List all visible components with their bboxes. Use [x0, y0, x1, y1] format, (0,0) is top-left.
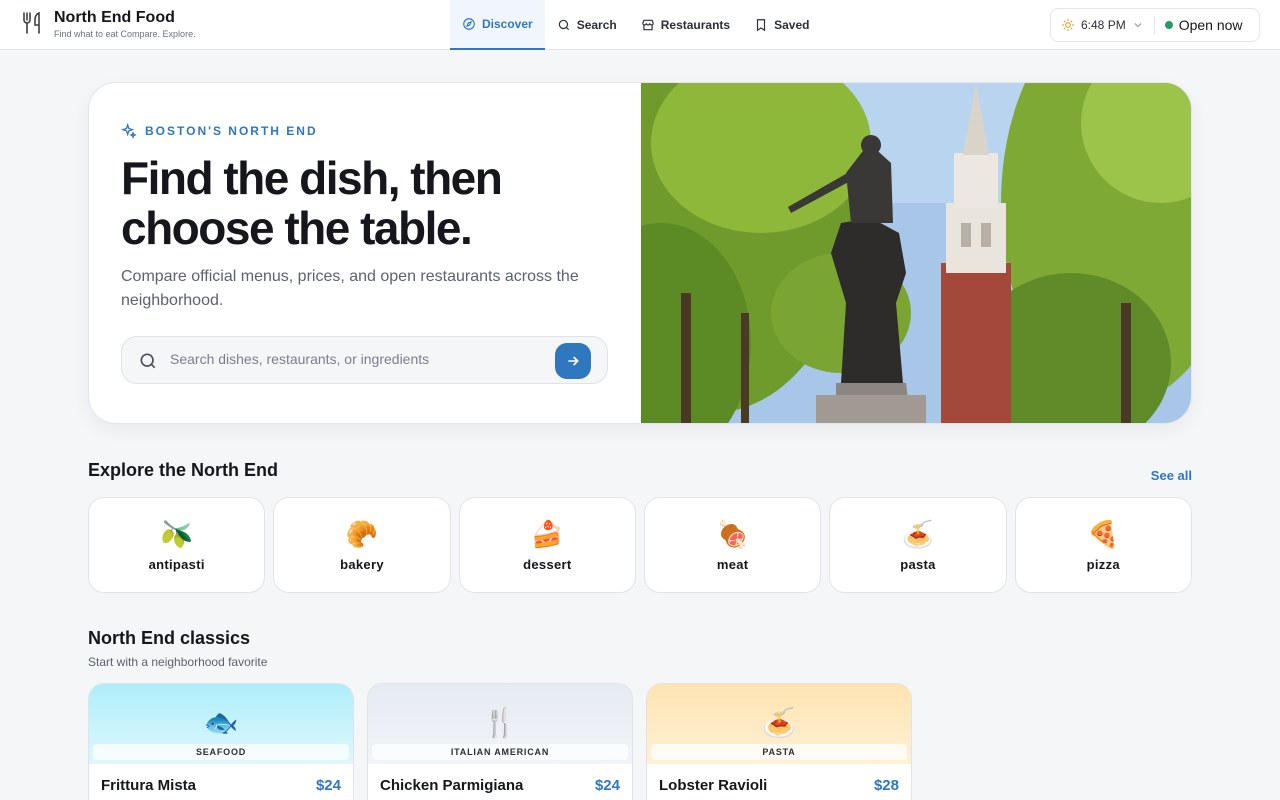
- hero-subtitle: Compare official menus, prices, and open…: [121, 268, 579, 309]
- olive-icon: 🫒: [160, 518, 193, 549]
- arrow-right-icon: [568, 356, 579, 366]
- explore-title: Explore the North End: [88, 460, 279, 480]
- open-status-selector[interactable]: 6:48 PM Open now: [1050, 8, 1260, 42]
- category-label: antipasti: [148, 556, 205, 572]
- dish-category-tag: ITALIAN AMERICAN: [372, 744, 628, 760]
- open-now-label: Open now: [1178, 17, 1243, 33]
- dish-price: $24: [315, 777, 341, 794]
- cake-icon: 🍰: [531, 518, 564, 549]
- dish-category-tag: PASTA: [651, 744, 907, 760]
- fork-knife-icon: 🍴: [482, 707, 518, 738]
- fish-icon: 🐟: [203, 707, 239, 738]
- search-icon: [558, 19, 569, 31]
- top-bar: North End Food Find what to eat Compare.…: [0, 0, 1280, 50]
- classics-title: North End classics: [88, 628, 251, 648]
- current-time: 6:48 PM: [1081, 18, 1126, 32]
- main-nav: Discover Search Restaurants Saved: [450, 0, 821, 50]
- hero-photo-paul-revere-statue: [641, 83, 1191, 423]
- category-card-pizza[interactable]: 🍕 pizza: [1014, 497, 1192, 593]
- category-label: bakery: [340, 556, 384, 572]
- hero-eyebrow: BOSTON'S NORTH END: [121, 123, 318, 139]
- category-label: pizza: [1086, 556, 1120, 572]
- tab-saved[interactable]: Saved: [742, 0, 821, 50]
- tab-label: Restaurants: [660, 18, 731, 32]
- category-card-dessert[interactable]: 🍰 dessert: [458, 497, 636, 593]
- category-list: 🫒 antipasti 🥐 bakery 🍰 dessert 🍖 meat 🍝 …: [88, 497, 1192, 593]
- dish-card[interactable]: 🍝 PASTA Lobster Ravioli $28: [646, 683, 912, 800]
- category-card-meat[interactable]: 🍖 meat: [643, 497, 822, 593]
- meat-icon: 🍖: [716, 518, 749, 549]
- sparkles-icon: [121, 123, 137, 139]
- category-card-bakery[interactable]: 🥐 bakery: [273, 497, 451, 593]
- croissant-icon: 🥐: [345, 518, 379, 549]
- hero-content: BOSTON'S NORTH END Find the dish, then c…: [89, 83, 641, 423]
- fork-knife-icon: [23, 11, 40, 34]
- dish-name: Chicken Parmigiana: [380, 777, 524, 794]
- dish-card[interactable]: 🍴 ITALIAN AMERICAN Chicken Parmigiana $2…: [367, 683, 633, 800]
- dish-category-tag: SEAFOOD: [93, 744, 349, 760]
- chevron-down-icon: [1134, 23, 1142, 28]
- classics-list: 🐟 SEAFOOD Frittura Mista $24 🍴 ITALIAN A…: [88, 683, 912, 800]
- pasta-icon: 🍝: [901, 518, 935, 549]
- hero-card: BOSTON'S NORTH END Find the dish, then c…: [88, 82, 1192, 424]
- divider: [1153, 16, 1155, 34]
- category-label: pasta: [900, 556, 936, 572]
- sun-icon: [1062, 19, 1074, 31]
- brand-name: North End Food: [54, 9, 175, 26]
- brand-tagline: Find what to eat Compare. Explore.: [54, 29, 196, 39]
- tab-label: Discover: [482, 17, 533, 31]
- dish-name: Frittura Mista: [101, 777, 197, 794]
- search-icon: [140, 353, 156, 369]
- category-label: meat: [716, 556, 749, 572]
- tab-restaurants[interactable]: Restaurants: [629, 0, 742, 50]
- dish-name: Lobster Ravioli: [659, 777, 768, 794]
- bookmark-icon: [757, 19, 766, 32]
- tab-label: Search: [576, 18, 617, 32]
- dish-price: $24: [594, 777, 620, 794]
- classics-subtitle: Start with a neighborhood favorite: [88, 655, 268, 669]
- search-bar[interactable]: Search dishes, restaurants, or ingredien…: [121, 336, 608, 384]
- pasta-icon: 🍝: [761, 707, 797, 738]
- open-status-dot: [1164, 21, 1173, 29]
- search-input[interactable]: Search dishes, restaurants, or ingredien…: [170, 351, 429, 367]
- storefront-icon: [641, 19, 654, 31]
- category-label: dessert: [523, 556, 572, 572]
- category-card-pasta[interactable]: 🍝 pasta: [829, 497, 1007, 593]
- search-submit-button[interactable]: [555, 343, 591, 379]
- eyebrow-text: BOSTON'S NORTH END: [145, 124, 318, 138]
- hero-headline: Find the dish, then choose the table.: [121, 152, 503, 254]
- dish-card[interactable]: 🐟 SEAFOOD Frittura Mista $24: [88, 683, 354, 800]
- dish-price: $28: [873, 777, 899, 794]
- compass-icon: [463, 18, 475, 30]
- tab-discover[interactable]: Discover: [450, 0, 545, 50]
- pizza-icon: 🍕: [1087, 518, 1120, 549]
- category-card-antipasti[interactable]: 🫒 antipasti: [88, 497, 266, 593]
- see-all-link[interactable]: See all: [1151, 468, 1192, 483]
- brand[interactable]: North End Food Find what to eat Compare.…: [20, 8, 196, 40]
- tab-label: Saved: [774, 18, 810, 32]
- tab-search[interactable]: Search: [545, 0, 629, 50]
